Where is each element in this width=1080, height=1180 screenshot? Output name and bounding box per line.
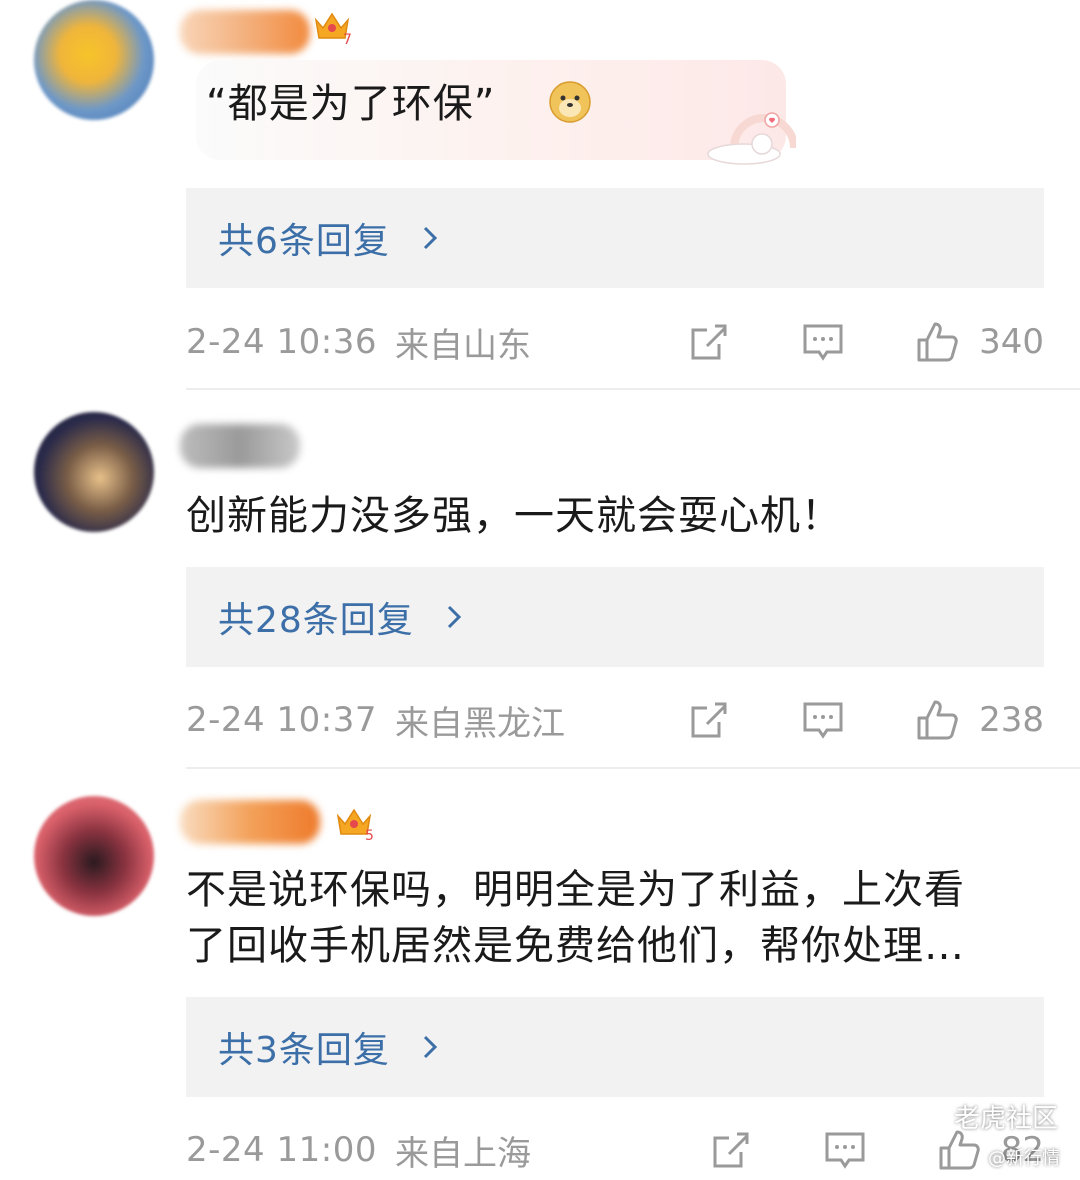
avatar[interactable] xyxy=(34,0,154,120)
divider xyxy=(186,388,1080,390)
level-crown-icon: 5 xyxy=(336,808,374,842)
view-replies-button[interactable]: 共3条回复 xyxy=(186,997,1044,1097)
comment-actions: 238 xyxy=(687,692,1044,748)
thumbs-up-icon[interactable] xyxy=(915,698,959,742)
cat-sticker-icon xyxy=(707,112,796,165)
comment-text: “都是为了环保” xyxy=(206,81,496,127)
svg-text:5: 5 xyxy=(365,828,374,842)
chevron-right-icon xyxy=(423,1035,438,1059)
watermark-sub: @新行情 xyxy=(988,1148,1060,1169)
comment-icon[interactable] xyxy=(801,698,845,742)
watermark: 老虎社区 xyxy=(912,1098,1058,1135)
comment-location: 来自黑龙江 xyxy=(394,703,565,744)
share-icon[interactable] xyxy=(687,698,731,742)
doge-emoji-icon xyxy=(549,81,591,123)
comment-date: 2-24 10:36 xyxy=(186,322,377,362)
comment-location: 来自山东 xyxy=(394,325,531,366)
comment-meta: 2-24 10:36 来自山东 340 xyxy=(186,314,1044,370)
chevron-right-icon xyxy=(447,605,461,629)
comment-text-line-1: 不是说环保吗，明明全是为了利益，上次看 xyxy=(186,867,965,913)
divider xyxy=(186,767,1080,769)
like-count: 238 xyxy=(979,700,1044,740)
replies-label: 共6条回复 xyxy=(218,221,390,262)
share-icon[interactable] xyxy=(709,1128,753,1172)
comment-meta: 2-24 10:37 来自黑龙江 238 xyxy=(186,692,1044,748)
share-icon[interactable] xyxy=(687,320,731,364)
tiger-logo-icon xyxy=(913,1101,945,1132)
chevron-right-icon xyxy=(423,226,438,250)
like-count: 340 xyxy=(979,322,1044,362)
watermark-main: 老虎社区 xyxy=(953,1104,1058,1134)
view-replies-button[interactable]: 共28条回复 xyxy=(186,567,1044,667)
comment-actions: 340 xyxy=(687,314,1044,370)
username[interactable] xyxy=(180,10,310,54)
level-crown-icon: 7 xyxy=(314,12,352,46)
view-replies-button[interactable]: 共6条回复 xyxy=(186,188,1044,288)
comment-text: 创新能力没多强，一天就会耍心机！ xyxy=(186,493,842,539)
svg-text:7: 7 xyxy=(343,32,352,46)
comment-text-line-2: 了回收手机居然是免费给他们，帮你处理… xyxy=(186,923,965,969)
comment-icon[interactable] xyxy=(823,1128,867,1172)
avatar[interactable] xyxy=(34,796,154,916)
thumbs-up-icon[interactable] xyxy=(915,320,959,364)
avatar[interactable] xyxy=(34,412,154,532)
replies-label: 共28条回复 xyxy=(218,600,414,641)
username[interactable] xyxy=(180,424,300,468)
comment-date: 2-24 11:00 xyxy=(186,1130,377,1170)
username[interactable] xyxy=(180,800,320,844)
comment-list: 7 “都是为了环保” 共6条回复 2-24 10:36 来自山东 340 创新能… xyxy=(0,0,1080,1180)
comment-icon[interactable] xyxy=(801,320,845,364)
replies-label: 共3条回复 xyxy=(218,1030,390,1071)
comment-date: 2-24 10:37 xyxy=(186,700,377,740)
comment-location: 来自上海 xyxy=(394,1133,531,1174)
